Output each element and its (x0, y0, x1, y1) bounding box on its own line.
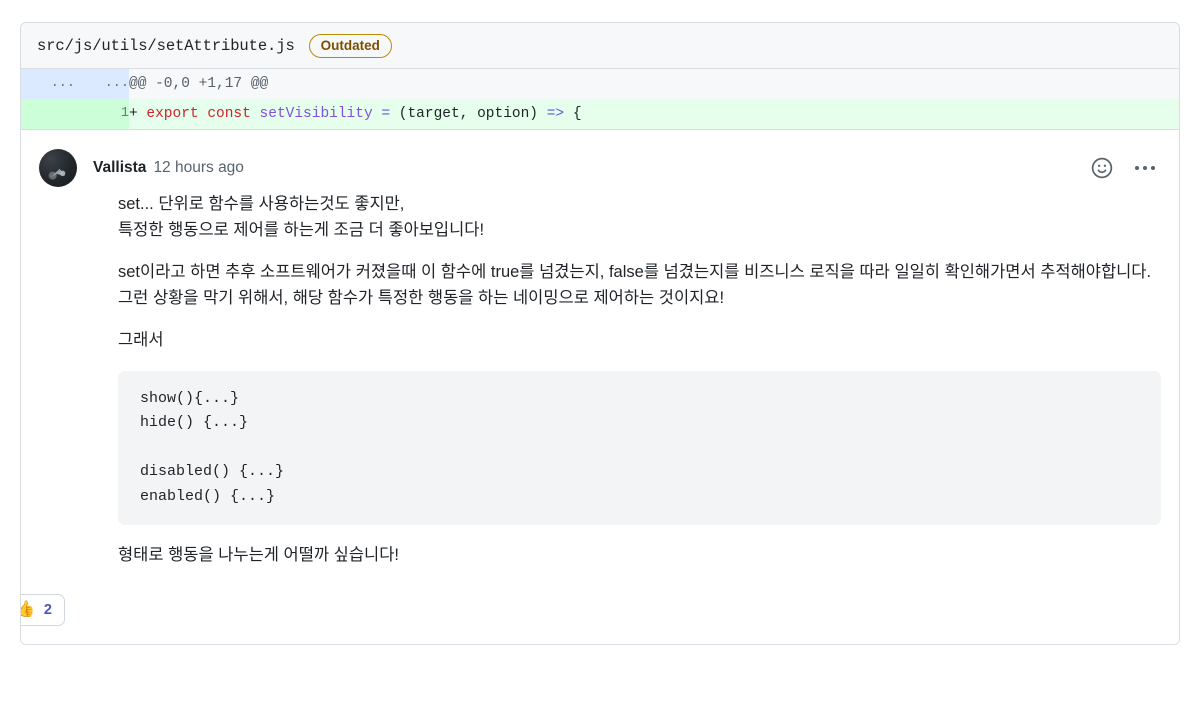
avatar[interactable] (39, 149, 77, 187)
kebab-dot (1151, 166, 1155, 170)
diff-table: ... ... @@ -0,0 +1,17 @@ 1 + export cons… (21, 69, 1179, 129)
comment-author[interactable]: Vallista (93, 159, 146, 177)
file-path[interactable]: src/js/utils/setAttribute.js (37, 37, 295, 55)
hunk-header-text: @@ -0,0 +1,17 @@ (129, 69, 1179, 99)
file-header: src/js/utils/setAttribute.js Outdated (21, 23, 1179, 69)
kebab-dot (1143, 166, 1147, 170)
token-open-brace: { (572, 106, 582, 122)
comment-paragraph-2: set이라고 하면 추후 소프트웨어가 커졌을때 이 함수에 true를 넘겼는… (118, 263, 1152, 307)
status-badge-outdated: Outdated (308, 33, 392, 58)
token-assign: = (381, 106, 391, 122)
kebab-menu-icon[interactable] (1135, 166, 1155, 170)
smiley-face-icon[interactable] (1091, 157, 1113, 179)
reactions-bar: 👍 2 (21, 586, 1161, 644)
diff-hunk-row: ... ... @@ -0,0 +1,17 @@ (21, 69, 1179, 99)
reaction-count: 2 (43, 601, 52, 618)
comment-body: set... 단위로 함수를 사용하는것도 좋지만, 특정한 행동으로 제어를 … (39, 192, 1161, 569)
reaction-thumbs-up[interactable]: 👍 2 (21, 593, 65, 626)
added-line-old-gutter (21, 99, 75, 129)
hunk-old-gutter[interactable]: ... (21, 69, 75, 99)
comment-actions (1091, 157, 1155, 179)
added-line-code: + export const setVisibility = (target, … (129, 99, 1179, 129)
comment-paragraph-3: 그래서 (118, 331, 164, 350)
kebab-dot (1135, 166, 1139, 170)
token-params: (target, option) (398, 106, 539, 122)
comment-closing-paragraph: 형태로 행동을 나누는게 어떨까 싶습니다! (118, 546, 399, 565)
thumbs-up-icon: 👍 (21, 601, 35, 618)
comment-timestamp[interactable]: 12 hours ago (153, 159, 244, 177)
added-line-number[interactable]: 1 (75, 99, 129, 129)
comment-header: Vallista 12 hours ago (39, 149, 1161, 187)
diff-added-row: 1 + export const setVisibility = (target… (21, 99, 1179, 129)
hunk-new-gutter[interactable]: ... (75, 69, 129, 99)
token-export: export (146, 106, 199, 122)
diff-plus-marker: + (129, 106, 138, 122)
token-const: const (207, 106, 251, 122)
comment-code-block: show(){...} hide() {...} disabled() {...… (118, 370, 1161, 526)
diff-comment-container: src/js/utils/setAttribute.js Outdated ..… (20, 22, 1180, 645)
token-function-name: setVisibility (259, 106, 373, 122)
token-arrow: => (546, 106, 565, 122)
comment-paragraph-1: set... 단위로 함수를 사용하는것도 좋지만, 특정한 행동으로 제어를 … (118, 195, 485, 239)
review-comment-page: src/js/utils/setAttribute.js Outdated ..… (0, 0, 1200, 723)
review-comment: Vallista 12 hours ago set... 단위로 함수를 사용하… (21, 129, 1179, 644)
